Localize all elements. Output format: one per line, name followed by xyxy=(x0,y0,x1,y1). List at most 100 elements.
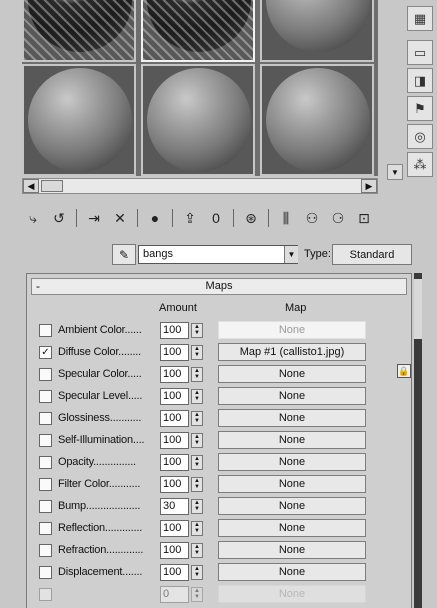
map-amount-input[interactable]: 100 xyxy=(160,520,189,537)
map-channel-label: Bump................... xyxy=(58,500,141,512)
map-channel-label: Filter Color........... xyxy=(58,478,141,490)
amount-spinner-icon[interactable]: ▲ ▼ xyxy=(191,477,203,492)
map-enable-checkbox[interactable] xyxy=(39,390,52,403)
toolbar-separator xyxy=(233,209,234,227)
maps-rollout-header[interactable]: - Maps xyxy=(31,278,407,295)
maps-rollout: - Maps Amount Map Ambient Color...... 100… xyxy=(26,273,412,608)
assign-material-icon[interactable]: ⇥ xyxy=(83,207,105,229)
map-slot-button[interactable]: None xyxy=(218,453,366,471)
map-enable-checkbox[interactable] xyxy=(39,456,52,469)
show-map-in-viewport-icon[interactable]: ⊛ xyxy=(240,207,262,229)
map-amount-input[interactable]: 100 xyxy=(160,542,189,559)
material-id-icon[interactable]: 0 xyxy=(205,207,227,229)
amount-spinner-icon[interactable]: ▲ ▼ xyxy=(191,367,203,382)
map-slot-button[interactable]: None xyxy=(218,563,366,581)
map-slot-button[interactable]: None xyxy=(218,585,366,603)
map-enable-checkbox[interactable] xyxy=(39,412,52,425)
map-amount-input[interactable]: 100 xyxy=(160,388,189,405)
slots-horizontal-scrollbar[interactable]: ◀ ▶ xyxy=(22,178,378,194)
amount-spinner-icon[interactable]: ▲ ▼ xyxy=(191,565,203,580)
map-slot-button[interactable]: None xyxy=(218,497,366,515)
sample-type-dropdown-icon[interactable]: ▼ xyxy=(387,164,403,180)
scroll-thumb[interactable] xyxy=(41,180,63,192)
chevron-down-icon[interactable]: ▼ xyxy=(284,246,298,263)
material-map-navigator-icon[interactable]: ⊡ xyxy=(353,207,375,229)
map-slot-button[interactable]: None xyxy=(218,409,366,427)
lock-icon[interactable]: 🔒 xyxy=(397,364,411,378)
map-amount-input[interactable]: 100 xyxy=(160,366,189,383)
map-amount-input[interactable]: 100 xyxy=(160,410,189,427)
map-row: Specular Color..... 100 ▲ ▼ None xyxy=(35,365,409,385)
make-unique-icon[interactable]: ● xyxy=(144,207,166,229)
material-name-input[interactable]: bangs xyxy=(138,245,298,264)
map-amount-input[interactable]: 100 xyxy=(160,454,189,471)
make-preview-icon[interactable]: ◎ xyxy=(407,124,433,149)
scroll-right-icon[interactable]: ▶ xyxy=(361,179,377,193)
amount-spinner-icon[interactable]: ▲ ▼ xyxy=(191,521,203,536)
map-enable-checkbox[interactable] xyxy=(39,522,52,535)
map-slot-button[interactable]: None xyxy=(218,519,366,537)
get-material-icon[interactable]: ⤷ xyxy=(22,207,44,229)
amount-spinner-icon[interactable]: ▲ ▼ xyxy=(191,323,203,338)
eyedropper-icon[interactable]: ✎ xyxy=(112,244,136,265)
type-label: Type: xyxy=(304,248,331,260)
map-slot-button[interactable]: None xyxy=(218,541,366,559)
map-channel-label: Diffuse Color........ xyxy=(58,346,142,358)
sample-slot-5[interactable] xyxy=(141,64,255,176)
map-amount-input[interactable]: 100 xyxy=(160,322,189,339)
map-enable-checkbox[interactable]: ✓ xyxy=(39,346,52,359)
amount-header: Amount xyxy=(159,302,197,314)
map-enable-checkbox[interactable] xyxy=(39,544,52,557)
map-slot-button[interactable]: None xyxy=(218,321,366,339)
map-slot-button[interactable]: None xyxy=(218,475,366,493)
map-channel-label: Displacement....... xyxy=(58,566,143,578)
map-enable-checkbox[interactable] xyxy=(39,500,52,513)
go-to-parent-icon[interactable]: ⚇ xyxy=(301,207,323,229)
map-amount-input[interactable]: 0 xyxy=(160,586,189,603)
map-enable-checkbox[interactable] xyxy=(39,434,52,447)
map-row: Self-Illumination.... 100 ▲ ▼ None xyxy=(35,431,409,451)
map-enable-checkbox[interactable] xyxy=(39,566,52,579)
map-amount-input[interactable]: 30 xyxy=(160,498,189,515)
amount-spinner-icon[interactable]: ▲ ▼ xyxy=(191,433,203,448)
map-amount-input[interactable]: 100 xyxy=(160,344,189,361)
video-color-check-icon[interactable]: ⚑ xyxy=(407,96,433,121)
show-end-result-icon[interactable]: ⫼ xyxy=(275,207,297,229)
map-row: 0 ▲ ▼ None xyxy=(35,585,409,605)
map-row: Reflection............. 100 ▲ ▼ None xyxy=(35,519,409,539)
map-amount-input[interactable]: 100 xyxy=(160,476,189,493)
sample-slot-2[interactable] xyxy=(141,0,255,62)
amount-spinner-icon[interactable]: ▲ ▼ xyxy=(191,499,203,514)
material-type-button[interactable]: Standard xyxy=(332,244,412,265)
map-enable-checkbox[interactable] xyxy=(39,588,52,601)
sample-slot-6[interactable] xyxy=(260,64,374,176)
map-slot-button[interactable]: None xyxy=(218,387,366,405)
map-slot-button[interactable]: Map #1 (callisto1.jpg) xyxy=(218,343,366,361)
put-to-library-icon[interactable]: ⇪ xyxy=(179,207,201,229)
go-forward-to-sibling-icon[interactable]: ⚆ xyxy=(327,207,349,229)
map-slot-button[interactable]: None xyxy=(218,365,366,383)
amount-spinner-icon[interactable]: ▲ ▼ xyxy=(191,345,203,360)
map-enable-checkbox[interactable] xyxy=(39,368,52,381)
reset-map-icon[interactable]: ✕ xyxy=(109,207,131,229)
sample-slot-1[interactable] xyxy=(22,0,136,62)
amount-spinner-icon[interactable]: ▲ ▼ xyxy=(191,543,203,558)
map-enable-checkbox[interactable] xyxy=(39,324,52,337)
scroll-left-icon[interactable]: ◀ xyxy=(23,179,39,193)
amount-spinner-icon[interactable]: ▲ ▼ xyxy=(191,389,203,404)
backlight-icon[interactable]: ▭ xyxy=(407,40,433,65)
sample-slot-3[interactable] xyxy=(260,0,374,62)
map-enable-checkbox[interactable] xyxy=(39,478,52,491)
sample-slot-4[interactable] xyxy=(22,64,136,176)
map-slot-button[interactable]: None xyxy=(218,431,366,449)
map-amount-input[interactable]: 100 xyxy=(160,564,189,581)
amount-spinner-icon[interactable]: ▲ ▼ xyxy=(191,411,203,426)
rollout-scrollbar[interactable] xyxy=(414,273,422,608)
map-amount-input[interactable]: 100 xyxy=(160,432,189,449)
put-material-icon[interactable]: ↺ xyxy=(48,207,70,229)
checker-background-icon[interactable]: ▦ xyxy=(407,6,433,31)
amount-spinner-icon[interactable]: ▲ ▼ xyxy=(191,587,203,602)
options-icon[interactable]: ⁂ xyxy=(407,152,433,177)
amount-spinner-icon[interactable]: ▲ ▼ xyxy=(191,455,203,470)
sample-uv-tiling-icon[interactable]: ◨ xyxy=(407,68,433,93)
